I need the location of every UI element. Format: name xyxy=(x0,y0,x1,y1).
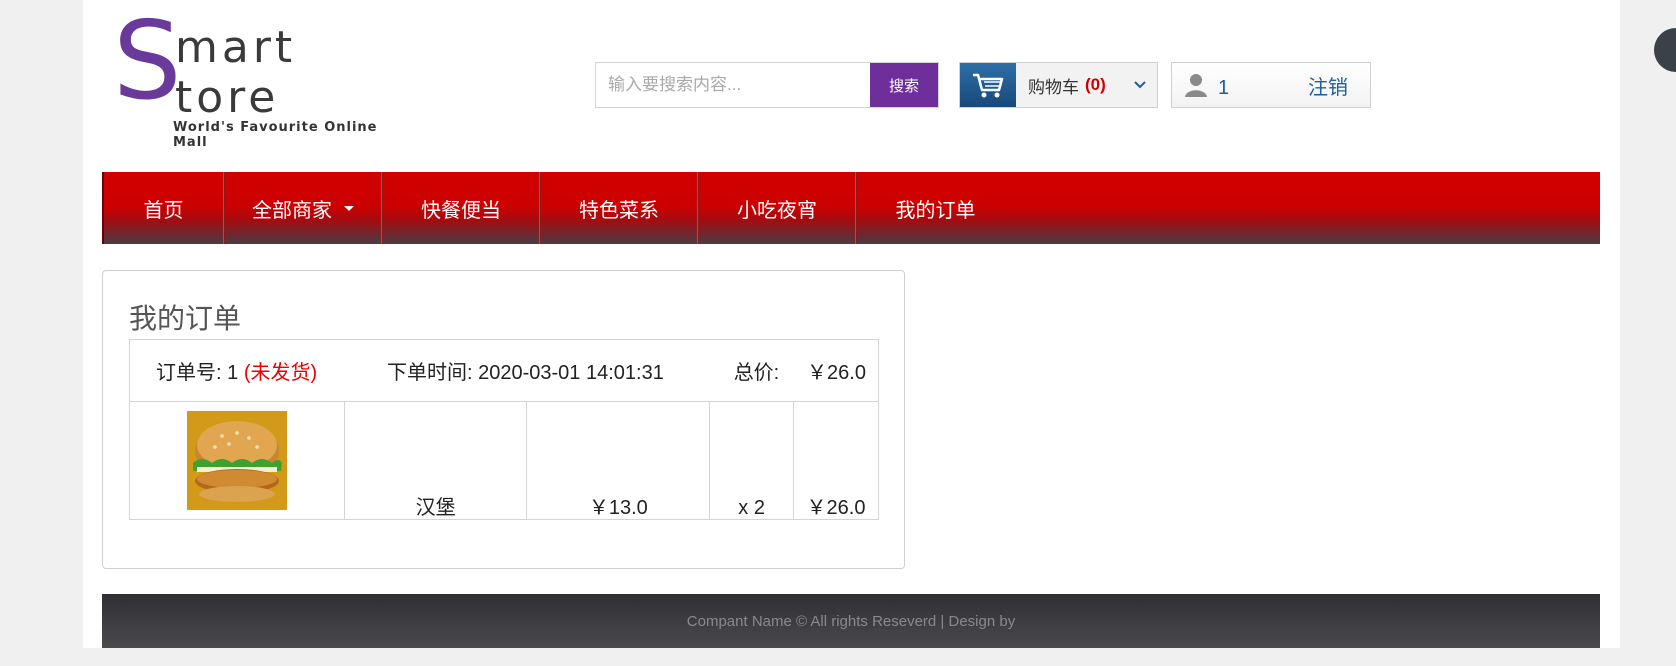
cart-label: 购物车 xyxy=(1028,77,1079,97)
search-button[interactable]: 搜索 xyxy=(870,63,938,107)
order-total-label: 总价: xyxy=(733,362,780,384)
cart-button[interactable]: 购物车 (0) xyxy=(959,62,1158,108)
cart-icon xyxy=(960,63,1016,107)
search-bar: 搜索 xyxy=(595,62,939,108)
nav-item-label: 快餐便当 xyxy=(421,199,501,222)
logo-line2: tore xyxy=(175,72,280,123)
order-header-row: 订单号: 1 (未发货) 下单时间: 2020-03-01 14:01:31 总… xyxy=(129,339,879,402)
item-price: ￥13.0 xyxy=(588,497,648,519)
caret-down-icon xyxy=(344,205,354,211)
item-subtotal: ￥26.0 xyxy=(806,497,866,519)
order-time: 下单时间: 2020-03-01 14:01:31 xyxy=(387,362,664,384)
item-name: 汉堡 xyxy=(415,497,456,519)
user-name[interactable]: 1 xyxy=(1218,77,1229,100)
order-status: (未发货) xyxy=(243,362,318,384)
nav-item-home[interactable]: 首页 xyxy=(102,172,224,244)
order-table: 订单号: 1 (未发货) 下单时间: 2020-03-01 14:01:31 总… xyxy=(129,339,879,520)
footer: Compant Name © All rights Reseverd | Des… xyxy=(102,594,1600,648)
store-logo[interactable]: S mart tore World's Favourite Online Mal… xyxy=(113,8,383,151)
search-input[interactable] xyxy=(596,63,870,107)
item-subtotal-cell: ￥26.0 xyxy=(793,401,879,520)
cart-label-area: 购物车 (0) xyxy=(1016,63,1123,107)
logo-initial: S xyxy=(113,0,182,124)
cart-count: (0) xyxy=(1085,75,1106,94)
table-row: 汉堡 ￥13.0 x 2 ￥26.0 xyxy=(129,401,879,520)
user-box: 1 注销 xyxy=(1171,62,1371,108)
page-container: S mart tore World's Favourite Online Mal… xyxy=(83,0,1620,648)
page-title: 我的订单 xyxy=(129,303,242,334)
main-nav: 首页 全部商家 快餐便当 特色菜系 小吃夜宵 我的订单 xyxy=(102,172,1600,244)
nav-item-label: 全部商家 xyxy=(252,199,332,222)
nav-item-label: 小吃夜宵 xyxy=(737,199,817,222)
item-price-cell: ￥13.0 xyxy=(526,401,711,520)
logout-link[interactable]: 注销 xyxy=(1308,71,1348,100)
order-total: 总价: ￥26.0 xyxy=(734,356,866,385)
footer-text: Compant Name © All rights Reseverd | Des… xyxy=(686,612,1016,630)
nav-item-label: 特色菜系 xyxy=(579,199,659,222)
hamburger-image[interactable] xyxy=(186,411,287,510)
logo-line1: mart xyxy=(175,22,297,73)
item-name-cell: 汉堡 xyxy=(343,401,528,520)
orders-panel: 我的订单 订单号: 1 (未发货) 下单时间: 2020-03-01 14:01… xyxy=(102,270,905,569)
nav-item-my-orders[interactable]: 我的订单 xyxy=(856,172,1014,244)
item-quantity: x 2 xyxy=(738,497,765,519)
floating-scroll-widget[interactable] xyxy=(1654,28,1676,72)
user-icon xyxy=(1176,72,1216,98)
chevron-down-icon[interactable] xyxy=(1123,63,1157,107)
nav-item-fast-food[interactable]: 快餐便当 xyxy=(382,172,540,244)
nav-item-snacks[interactable]: 小吃夜宵 xyxy=(698,172,856,244)
order-number: 订单号: 1 (未发货) xyxy=(156,356,317,385)
item-quantity-cell: x 2 xyxy=(709,401,795,520)
logo-tagline: World's Favourite Online Mall xyxy=(173,120,378,150)
nav-item-label: 我的订单 xyxy=(895,199,976,222)
order-total-value: ￥26.0 xyxy=(807,362,866,384)
nav-item-label: 首页 xyxy=(143,199,184,222)
item-image-cell xyxy=(129,401,345,520)
nav-item-all-merchants[interactable]: 全部商家 xyxy=(224,172,382,244)
nav-item-special-cuisine[interactable]: 特色菜系 xyxy=(540,172,698,244)
order-number-label: 订单号: 1 xyxy=(156,362,239,384)
